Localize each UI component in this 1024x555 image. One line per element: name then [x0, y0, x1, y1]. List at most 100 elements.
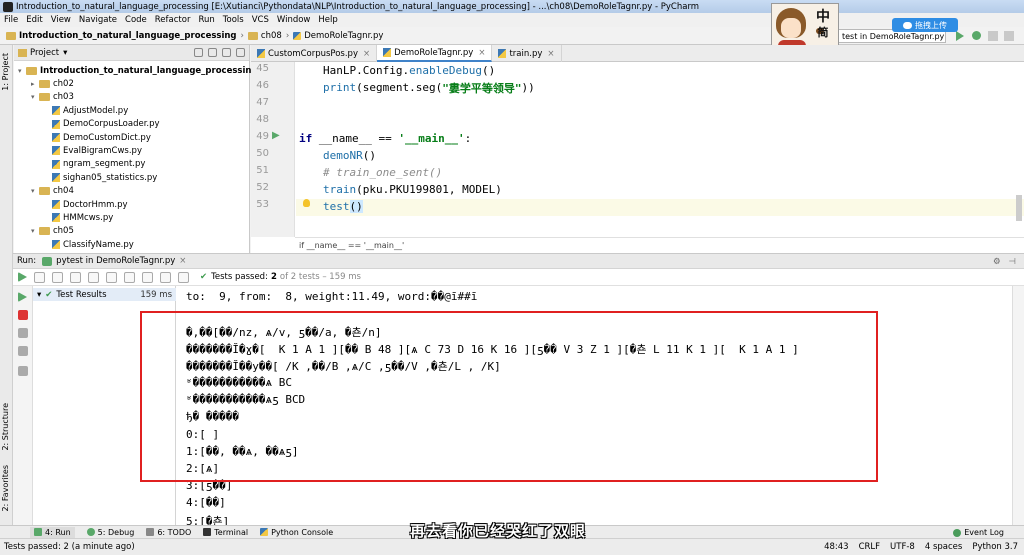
- tab-custom-corpus-pos[interactable]: CustomCorpusPos.py ×: [251, 45, 378, 62]
- menu-help[interactable]: Help: [318, 15, 337, 25]
- tab-train[interactable]: train.py ×: [492, 45, 562, 62]
- hide-icon[interactable]: ⊣: [1009, 257, 1016, 267]
- history-icon[interactable]: [18, 346, 28, 356]
- pin-icon[interactable]: [18, 366, 28, 376]
- gear-icon[interactable]: ⚙: [993, 257, 1001, 267]
- chevron-down-icon[interactable]: ▾: [31, 93, 39, 101]
- run-icon[interactable]: [18, 292, 27, 302]
- console-line: to: 9, from: 8, weight:11.49, word:��@ī#…: [186, 290, 478, 303]
- show-ignored-icon[interactable]: [52, 271, 63, 283]
- collapse-icon[interactable]: [208, 48, 217, 57]
- chevron-right-icon[interactable]: ▸: [31, 80, 39, 88]
- tab-demo-role-tagnr[interactable]: DemoRoleTagnr.py ×: [377, 45, 493, 62]
- close-icon[interactable]: ×: [478, 48, 485, 58]
- tree-item[interactable]: EvalBigramCws.py: [44, 144, 142, 157]
- next-icon[interactable]: [160, 271, 171, 283]
- chevron-down-icon[interactable]: ▾: [31, 187, 39, 195]
- previous-icon[interactable]: [142, 271, 153, 283]
- stop-icon[interactable]: [1004, 31, 1014, 41]
- line-number: 45: [256, 63, 269, 74]
- status-message[interactable]: Tests passed: 2 (a minute ago): [4, 542, 135, 552]
- show-passed-icon[interactable]: [34, 271, 45, 283]
- folder-icon: [39, 227, 50, 236]
- sort-duration-icon[interactable]: [88, 271, 99, 283]
- stop-icon[interactable]: [18, 310, 28, 320]
- tab-label: 4: Run: [45, 527, 71, 537]
- tree-item[interactable]: ▾ ch04: [31, 185, 74, 198]
- python-interpreter[interactable]: Python 3.7: [972, 542, 1018, 552]
- locate-icon[interactable]: [194, 48, 203, 57]
- camera-icon[interactable]: [18, 328, 28, 338]
- tab-run[interactable]: 4: Run: [30, 526, 75, 538]
- code-token: (): [362, 149, 376, 162]
- caret-position[interactable]: 48:43: [824, 542, 849, 552]
- tree-item[interactable]: ▾ ch05: [31, 225, 74, 238]
- chevron-down-icon[interactable]: ▾: [18, 67, 26, 75]
- tab-debug[interactable]: 5: Debug: [86, 528, 134, 537]
- tree-item[interactable]: HMMcws.py: [44, 211, 113, 224]
- menu-tools[interactable]: Tools: [223, 15, 244, 25]
- tree-item[interactable]: DemoCustomDict.py: [44, 131, 151, 144]
- editor-scrollbar[interactable]: [1016, 195, 1022, 221]
- test-results-row[interactable]: ▾ ✔ Test Results 159 ms: [33, 288, 176, 301]
- project-tool-tab[interactable]: 1: Project: [1, 53, 10, 91]
- close-icon[interactable]: ×: [547, 49, 554, 59]
- lightbulb-icon[interactable]: [303, 199, 310, 207]
- line-number-gutter[interactable]: 45 46 47 48 49 ▶ 50 51 52 53: [251, 62, 295, 237]
- hide-icon[interactable]: [236, 48, 245, 57]
- nav-folder[interactable]: ch08: [261, 31, 282, 41]
- favorites-tool-tab[interactable]: 2: Favorites: [1, 465, 10, 511]
- code-breadcrumb[interactable]: if __name__ == '__main__': [295, 237, 1024, 253]
- tab-terminal[interactable]: Terminal: [203, 528, 248, 537]
- close-icon[interactable]: ×: [179, 256, 186, 266]
- nav-file[interactable]: DemoRoleTagnr.py: [304, 31, 383, 41]
- debug-icon[interactable]: [972, 31, 981, 40]
- tree-item[interactable]: ClassifyName.py: [44, 238, 134, 251]
- folder-icon: [18, 48, 27, 57]
- chevron-down-icon[interactable]: ▾: [37, 290, 41, 300]
- close-icon[interactable]: ×: [363, 49, 370, 59]
- sort-alpha-icon[interactable]: [70, 271, 81, 283]
- menu-code[interactable]: Code: [125, 15, 147, 25]
- event-log-button[interactable]: Event Log: [953, 528, 1004, 537]
- line-separator[interactable]: CRLF: [859, 542, 880, 552]
- run-config-tab[interactable]: pytest in DemoRoleTagnr.py: [56, 256, 175, 266]
- tree-item[interactable]: DemoCorpusLoader.py: [44, 118, 160, 131]
- tab-python-console[interactable]: Python Console: [260, 528, 333, 537]
- export-icon[interactable]: [178, 271, 189, 283]
- menu-edit[interactable]: Edit: [26, 15, 42, 25]
- python-file-icon: [52, 200, 60, 209]
- tree-item[interactable]: sighan05_statistics.py: [44, 171, 157, 184]
- annotation-box: [140, 311, 878, 482]
- run-gutter-icon[interactable]: ▶: [272, 130, 280, 141]
- tab-todo[interactable]: 6: TODO: [146, 528, 191, 537]
- tree-item[interactable]: ▾ ch03: [31, 91, 74, 104]
- menu-refactor[interactable]: Refactor: [155, 15, 191, 25]
- run-icon[interactable]: [956, 31, 964, 41]
- tree-item[interactable]: ▸ ch02: [31, 77, 74, 90]
- nav-project[interactable]: Introduction_to_natural_language_process…: [19, 31, 237, 41]
- python-file-icon: [52, 159, 60, 169]
- menu-bar: File Edit View Navigate Code Refactor Ru…: [0, 13, 1024, 27]
- menu-file[interactable]: File: [4, 15, 18, 25]
- rerun-icon[interactable]: [18, 272, 27, 282]
- cloud-upload-button[interactable]: 拖拽上传: [892, 18, 958, 32]
- tree-item[interactable]: AdjustModel.py: [44, 104, 128, 117]
- tree-item[interactable]: DoctorHmm.py: [44, 198, 128, 211]
- collapse-all-icon[interactable]: [124, 271, 135, 283]
- chevron-down-icon[interactable]: ▾: [31, 227, 39, 235]
- gear-icon[interactable]: [222, 48, 231, 57]
- expand-all-icon[interactable]: [106, 271, 117, 283]
- file-encoding[interactable]: UTF-8: [890, 542, 915, 552]
- chevron-down-icon[interactable]: ▾: [63, 48, 67, 58]
- menu-view[interactable]: View: [51, 15, 71, 25]
- indent-setting[interactable]: 4 spaces: [925, 542, 962, 552]
- structure-tool-tab[interactable]: 2: Structure: [1, 403, 10, 451]
- tree-item[interactable]: ngram_segment.py: [44, 158, 145, 171]
- menu-run[interactable]: Run: [198, 15, 214, 25]
- menu-vcs[interactable]: VCS: [252, 15, 269, 25]
- menu-window[interactable]: Window: [277, 15, 311, 25]
- menu-navigate[interactable]: Navigate: [79, 15, 117, 25]
- project-panel-title[interactable]: Project: [30, 48, 59, 58]
- coverage-icon[interactable]: [988, 31, 998, 41]
